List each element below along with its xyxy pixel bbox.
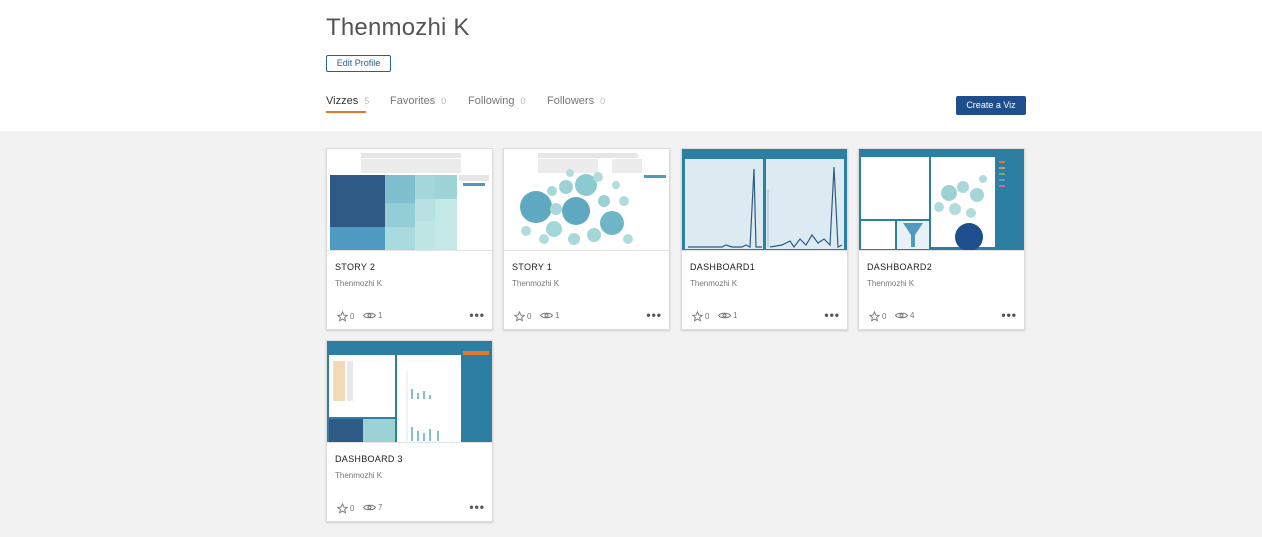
star-icon [337, 311, 348, 322]
viz-title[interactable]: DASHBOARD2 [867, 262, 932, 272]
view-stat: 4 [895, 311, 914, 320]
more-options-button[interactable]: ••• [646, 308, 662, 322]
star-icon [692, 311, 703, 322]
view-stat: 1 [718, 311, 737, 320]
viz-author[interactable]: Thenmozhi K [867, 279, 914, 288]
tab-count: 0 [520, 96, 526, 106]
view-count: 1 [378, 311, 383, 320]
view-count: 4 [910, 311, 915, 320]
more-options-button[interactable]: ••• [824, 308, 840, 322]
viz-card-dashboard1[interactable]: DASHBOARD1 Thenmozhi K 0 1 ••• [681, 148, 848, 330]
favorite-stat[interactable]: 0 [337, 503, 354, 514]
favorite-count: 0 [527, 312, 532, 321]
viz-card-dashboard-3[interactable]: DASHBOARD 3 Thenmozhi K 0 7 ••• [326, 340, 493, 522]
tab-count: 0 [600, 96, 606, 106]
favorite-count: 0 [350, 504, 355, 513]
eye-icon [363, 312, 376, 319]
tab-label: Followers [547, 95, 595, 107]
tab-followers[interactable]: Followers 0 [547, 95, 605, 107]
view-stat: 1 [363, 311, 382, 320]
viz-thumbnail[interactable] [327, 341, 492, 443]
viz-thumbnail[interactable] [682, 149, 847, 251]
profile-header: Thenmozhi K Edit Profile Vizzes 5 Favorit… [0, 0, 1262, 131]
tab-label: Vizzes [326, 95, 359, 107]
star-icon [514, 311, 525, 322]
tab-count: 5 [364, 96, 370, 106]
viz-stats: 0 1 ••• [335, 308, 485, 323]
favorite-stat[interactable]: 0 [692, 311, 709, 322]
favorite-stat[interactable]: 0 [869, 311, 886, 322]
favorite-stat[interactable]: 0 [514, 311, 531, 322]
edit-profile-button[interactable]: Edit Profile [326, 55, 391, 72]
view-count: 1 [555, 311, 560, 320]
viz-thumbnail[interactable] [859, 149, 1024, 251]
view-count: 7 [378, 503, 383, 512]
tab-favorites[interactable]: Favorites 0 [390, 95, 446, 107]
favorite-stat[interactable]: 0 [337, 311, 354, 322]
viz-title[interactable]: STORY 2 [335, 262, 375, 272]
viz-author[interactable]: Thenmozhi K [690, 279, 737, 288]
star-icon [337, 503, 348, 514]
tab-following[interactable]: Following 0 [468, 95, 525, 107]
create-viz-button[interactable]: Create a Viz [956, 96, 1026, 115]
viz-card-story-1[interactable]: STORY 1 Thenmozhi K 0 1 ••• [503, 148, 670, 330]
active-tab-indicator [326, 111, 366, 113]
viz-stats: 0 1 ••• [690, 308, 840, 323]
viz-card-story-2[interactable]: STORY 2 Thenmozhi K 0 1 ••• [326, 148, 493, 330]
eye-icon [540, 312, 553, 319]
viz-title[interactable]: DASHBOARD 3 [335, 454, 403, 464]
viz-stats: 0 4 ••• [867, 308, 1017, 323]
more-options-button[interactable]: ••• [469, 500, 485, 514]
viz-thumbnail[interactable] [504, 149, 669, 251]
viz-thumbnail[interactable] [327, 149, 492, 251]
view-stat: 7 [363, 503, 382, 512]
viz-stats: 0 7 ••• [335, 500, 485, 515]
eye-icon [363, 504, 376, 511]
tab-label: Favorites [390, 95, 436, 107]
viz-card-dashboard2[interactable]: DASHBOARD2 Thenmozhi K 0 4 ••• [858, 148, 1025, 330]
viz-author[interactable]: Thenmozhi K [335, 279, 382, 288]
viz-title[interactable]: STORY 1 [512, 262, 552, 272]
view-count: 1 [733, 311, 738, 320]
tab-count: 0 [441, 96, 447, 106]
viz-stats: 0 1 ••• [512, 308, 662, 323]
viz-author[interactable]: Thenmozhi K [335, 471, 382, 480]
profile-name: Thenmozhi K [326, 14, 470, 41]
tab-label: Following [468, 95, 515, 107]
view-stat: 1 [540, 311, 559, 320]
more-options-button[interactable]: ••• [1001, 308, 1017, 322]
favorite-count: 0 [882, 312, 887, 321]
viz-title[interactable]: DASHBOARD1 [690, 262, 755, 272]
viz-author[interactable]: Thenmozhi K [512, 279, 559, 288]
tab-vizzes[interactable]: Vizzes 5 [326, 95, 369, 107]
more-options-button[interactable]: ••• [469, 308, 485, 322]
star-icon [869, 311, 880, 322]
favorite-count: 0 [350, 312, 355, 321]
eye-icon [895, 312, 908, 319]
eye-icon [718, 312, 731, 319]
favorite-count: 0 [705, 312, 710, 321]
